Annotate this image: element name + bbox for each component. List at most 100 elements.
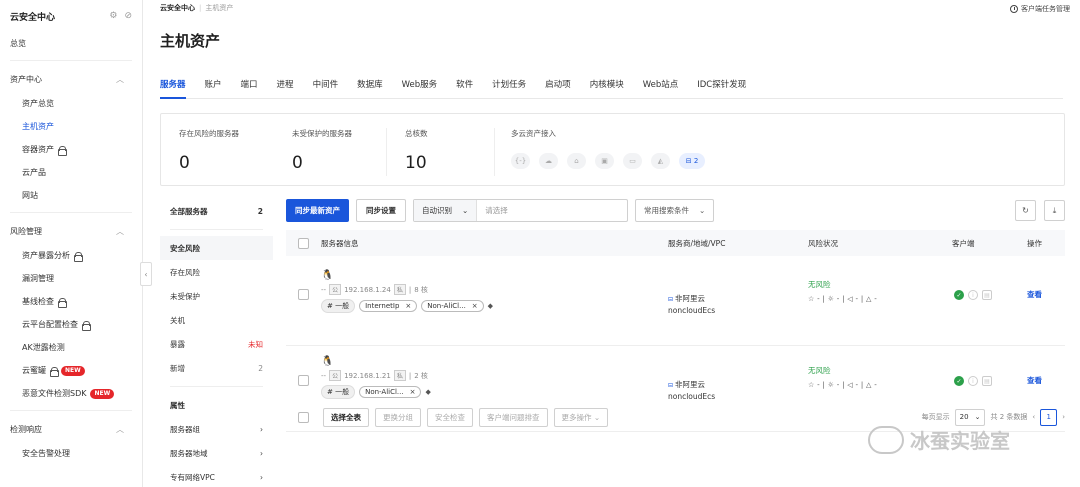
- select-all-table-button[interactable]: 选择全表: [323, 407, 369, 427]
- sidebar-item[interactable]: 云蜜罐 NEW: [0, 359, 142, 382]
- row-checkbox[interactable]: [298, 375, 309, 386]
- tab[interactable]: 启动项: [545, 73, 571, 99]
- breadcrumb-current: 主机资产: [205, 4, 234, 12]
- select-all-checkbox[interactable]: [298, 237, 309, 249]
- filter-item[interactable]: 新增 2: [160, 356, 273, 380]
- tab[interactable]: 数据库: [357, 73, 383, 99]
- page-number[interactable]: 1: [1040, 408, 1058, 426]
- tag-chip[interactable]: Non-AliCl... ×: [421, 300, 484, 312]
- security-check-button[interactable]: 安全检查: [427, 407, 473, 427]
- search-input[interactable]: 请选择: [477, 200, 508, 221]
- terminal-icon[interactable]: ▤: [982, 290, 992, 300]
- tab[interactable]: Web站点: [643, 73, 679, 99]
- sidebar-item[interactable]: 网站: [0, 184, 142, 207]
- car-cloud-icon[interactable]: ⌂: [567, 153, 586, 169]
- tab[interactable]: 内核模块: [590, 73, 624, 99]
- filter-item[interactable]: 服务器地域 ›: [160, 441, 273, 465]
- view-link[interactable]: 查看: [1027, 375, 1042, 386]
- client-troubleshoot-button[interactable]: 客户端问题排查: [479, 407, 548, 427]
- sidebar-item[interactable]: 资产总览: [0, 92, 142, 115]
- tab[interactable]: 中间件: [313, 73, 339, 99]
- tag-icon[interactable]: ◆: [425, 388, 430, 396]
- linux-icon: 🐧: [321, 356, 334, 367]
- sidebar-item[interactable]: 基线检查: [0, 290, 142, 313]
- tab[interactable]: 软件: [456, 73, 473, 99]
- tag-icon[interactable]: ◆: [488, 302, 493, 310]
- tab[interactable]: IDC探针发现: [697, 73, 746, 99]
- stat-at-risk[interactable]: 存在风险的服务器 0: [161, 128, 274, 185]
- sidebar-item[interactable]: 安全告警处理: [0, 442, 142, 465]
- tab[interactable]: 端口: [241, 73, 258, 99]
- chevron-down-icon: ⌄: [699, 206, 706, 215]
- filter-item[interactable]: 存在风险: [160, 260, 273, 284]
- sidebar-item[interactable]: 云产品: [0, 161, 142, 184]
- client-task-link[interactable]: 客户端任务管理: [1010, 3, 1070, 15]
- download-icon[interactable]: ⤓: [1044, 200, 1065, 221]
- sidebar-item[interactable]: 漏洞管理: [0, 267, 142, 290]
- filter-item[interactable]: 未受保护: [160, 284, 273, 308]
- tag-chip[interactable]: # 一般: [321, 299, 356, 313]
- common-conditions-select[interactable]: 常用搜索条件 ⌄: [635, 199, 715, 222]
- next-page-icon[interactable]: ›: [1062, 413, 1065, 421]
- sidebar-group[interactable]: 风险管理 ︿: [0, 218, 142, 244]
- breadcrumb-root[interactable]: 云安全中心: [160, 4, 195, 12]
- sync-settings-button[interactable]: 同步设置: [356, 199, 406, 222]
- change-group-button[interactable]: 更换分组: [375, 407, 421, 427]
- close-icon[interactable]: ×: [472, 302, 478, 310]
- idc-cloud-icon[interactable]: ⊟ 2: [679, 153, 705, 169]
- filter-item[interactable]: 专有网络VPC ›: [160, 465, 273, 487]
- sidebar-group[interactable]: 资产中心 ︿: [0, 66, 142, 92]
- tab[interactable]: 进程: [277, 73, 294, 99]
- tab[interactable]: 计划任务: [492, 73, 526, 99]
- chevron-up-icon: ︿: [116, 226, 124, 236]
- cloud-icon[interactable]: ☁: [539, 153, 558, 169]
- tag-chip[interactable]: Non-AliCl... ×: [359, 386, 422, 398]
- row-checkbox[interactable]: [298, 289, 309, 300]
- sidebar-item[interactable]: AK泄露检测: [0, 336, 142, 359]
- view-link[interactable]: 查看: [1027, 289, 1042, 300]
- sidebar-item[interactable]: 资产暴露分析: [0, 244, 142, 267]
- sync-assets-button[interactable]: 同步最新资产: [286, 199, 349, 222]
- hide-icon[interactable]: ⊘: [124, 11, 132, 21]
- divider: [10, 410, 132, 411]
- filter-section-security: 安全风险: [160, 236, 273, 260]
- settings-icon[interactable]: ⚙: [109, 11, 117, 21]
- pill-cloud-icon[interactable]: ▭: [623, 153, 642, 169]
- filter-item[interactable]: 服务器组 ›: [160, 417, 273, 441]
- sidebar-item[interactable]: 主机资产: [0, 115, 142, 138]
- terminal-icon[interactable]: ▤: [982, 376, 992, 386]
- divider: [10, 212, 132, 213]
- tag-chip[interactable]: InternetIp ×: [359, 300, 418, 312]
- sidebar-item[interactable]: 容器资产: [0, 138, 142, 161]
- info-icon[interactable]: i: [968, 376, 978, 386]
- collapse-sidebar-button[interactable]: ‹: [140, 262, 152, 286]
- close-icon[interactable]: ×: [405, 302, 411, 310]
- triangle-cloud-icon[interactable]: ◭: [651, 153, 670, 169]
- code-cloud-icon[interactable]: {-}: [511, 153, 530, 169]
- refresh-icon[interactable]: ↻: [1015, 200, 1036, 221]
- sidebar-item[interactable]: 恶意文件检测SDK NEW: [0, 382, 142, 405]
- sidebar-item-overview[interactable]: 总览: [0, 32, 142, 55]
- prev-page-icon[interactable]: ‹: [1032, 413, 1035, 421]
- sidebar-item[interactable]: 云平台配置检查: [0, 313, 142, 336]
- page-title: 主机资产: [160, 32, 221, 50]
- box-cloud-icon[interactable]: ▣: [595, 153, 614, 169]
- filter-item[interactable]: 暴露 未知: [160, 332, 273, 356]
- page-size-select[interactable]: 20 ⌄: [954, 408, 986, 426]
- stat-unprotected[interactable]: 未受保护的服务器 0: [274, 128, 387, 176]
- filter-all-servers[interactable]: 全部服务器 2: [160, 199, 273, 223]
- filter-item[interactable]: 关机: [160, 308, 273, 332]
- footer-checkbox[interactable]: [298, 411, 309, 423]
- risk-status: 无风险 ☆ - | ☼ - | ◁ - | △ -: [808, 280, 878, 303]
- tab[interactable]: Web服务: [402, 73, 438, 99]
- sidebar-group[interactable]: 检测响应 ︿: [0, 416, 142, 442]
- more-ops-button[interactable]: 更多操作 ⌄: [553, 407, 609, 427]
- search-type-select[interactable]: 自动识别 ⌄: [414, 200, 478, 221]
- tag-chip[interactable]: # 一般: [321, 385, 356, 399]
- tab[interactable]: 服务器: [160, 73, 186, 99]
- tab[interactable]: 账户: [205, 73, 222, 99]
- close-icon[interactable]: ×: [410, 388, 416, 396]
- divider: [10, 60, 132, 61]
- info-icon[interactable]: i: [968, 290, 978, 300]
- server-ip: 192.168.1.21: [344, 371, 391, 380]
